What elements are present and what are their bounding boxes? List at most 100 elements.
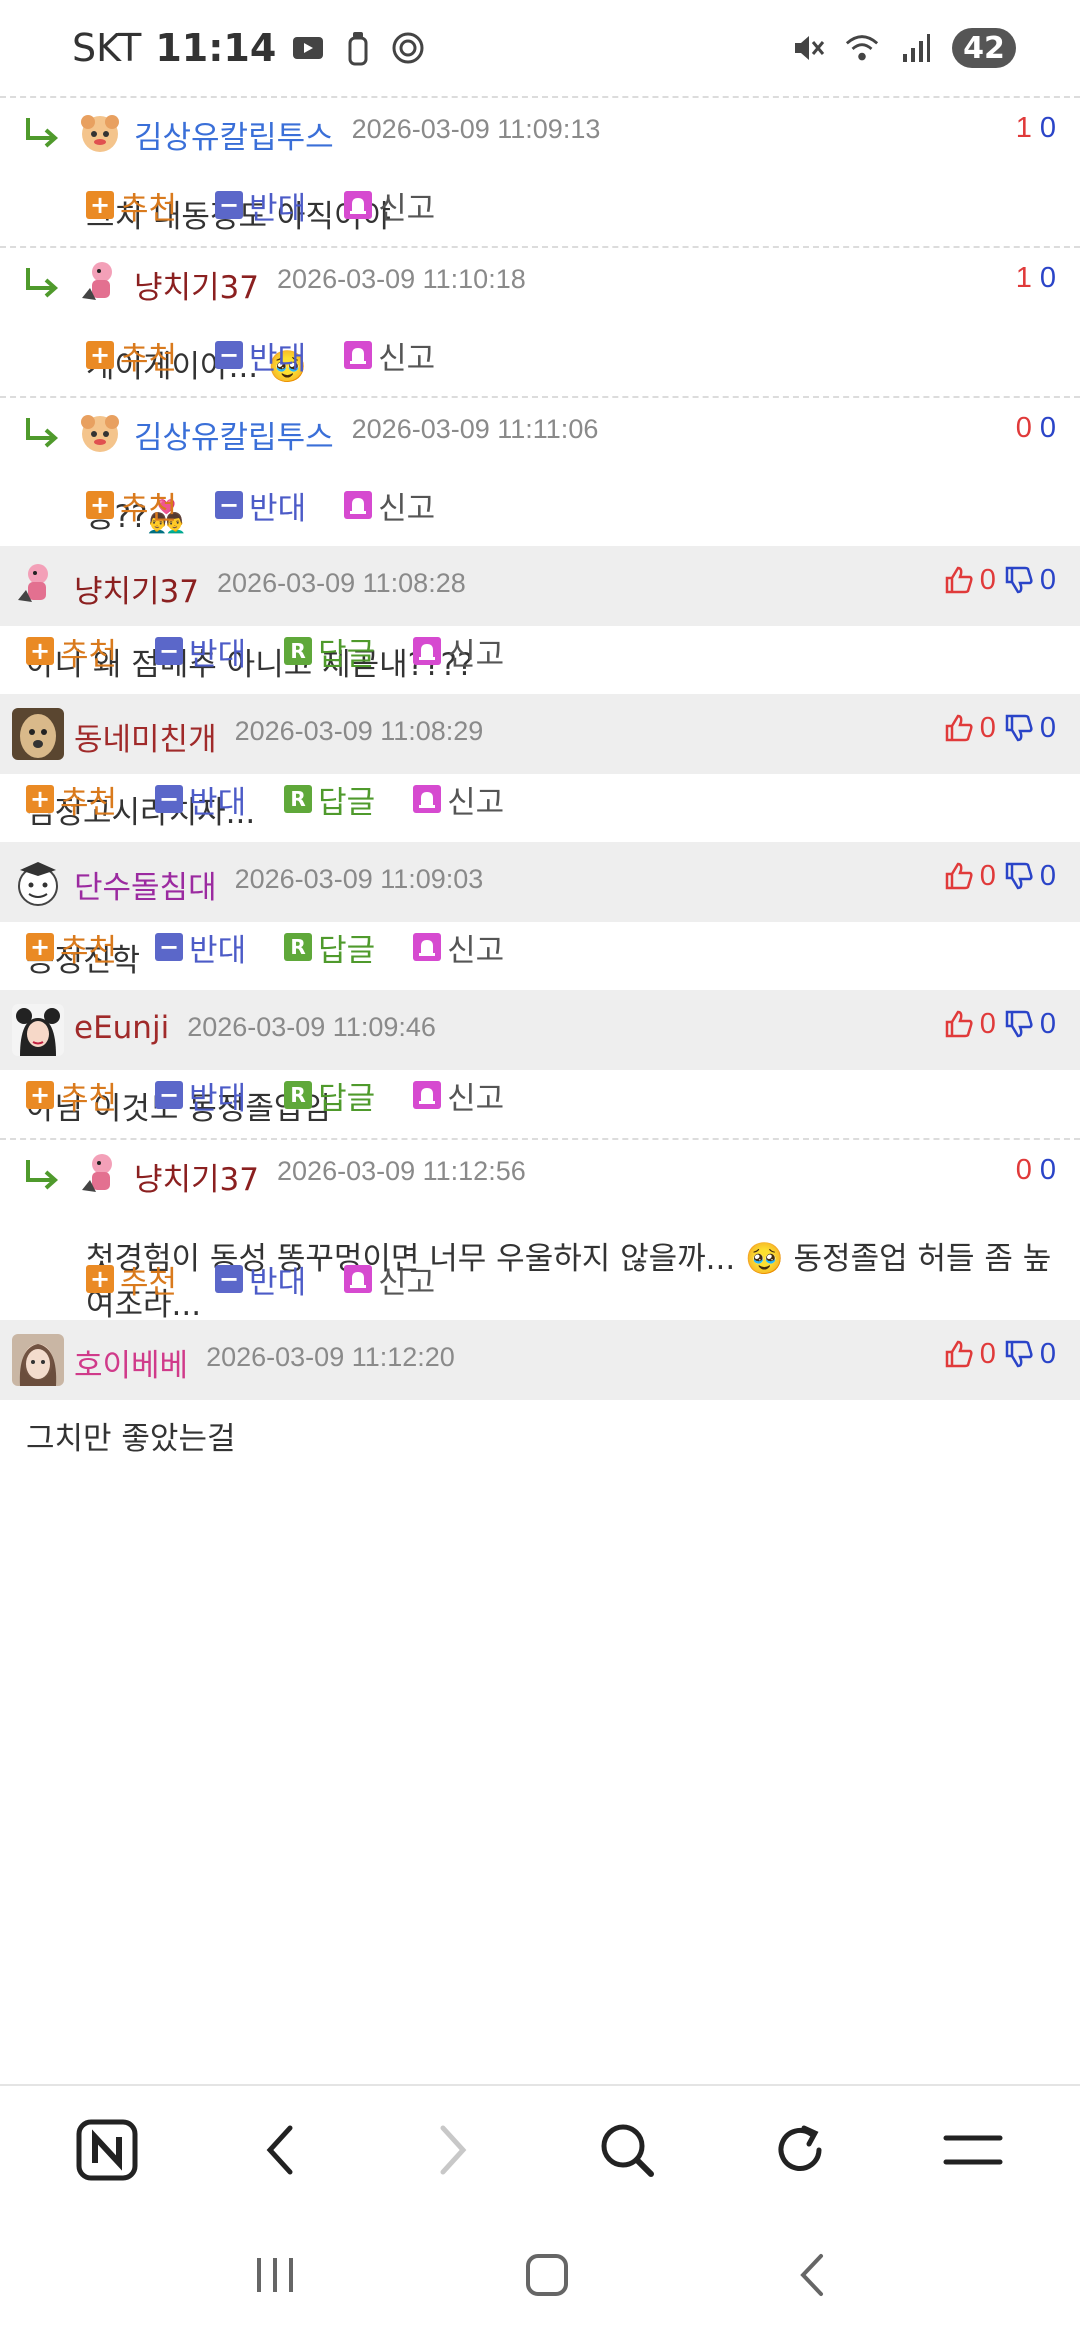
avatar[interactable] [76,258,124,306]
comment-text-line: 그치만 좋았는걸 [26,1421,236,1457]
back-icon[interactable] [235,2105,325,2195]
upvote-count: 0 [979,712,996,744]
reply-button[interactable]: R 답글 [284,777,375,822]
thumbs-up-icon[interactable] [944,565,976,597]
upvote-count: 0 [979,1338,996,1370]
report-button[interactable]: 신고 [344,483,435,528]
comment-header: 냥치기37 2026-03-09 11:08:28 0 0 [0,546,1080,626]
author-name[interactable]: 동네미친개 [74,714,217,759]
thumbs-up-icon[interactable] [944,1339,976,1371]
oppose-button[interactable]: − 반대 [155,1073,246,1118]
back-nav-icon[interactable] [797,2252,827,2302]
oppose-button[interactable]: − 반대 [155,629,246,674]
recommend-button[interactable]: + 추천 [26,629,117,674]
oppose-button[interactable]: − 반대 [215,483,306,528]
plus-icon: + [26,1081,54,1109]
thumbs-down-icon[interactable] [1004,1009,1036,1041]
plus-icon: + [86,191,114,219]
recommend-button[interactable]: + 추천 [86,183,177,228]
comment-header: 호이베베 2026-03-09 11:12:20 0 0 [0,1320,1080,1400]
home-icon[interactable] [524,2252,570,2302]
reply-comment: 냥치기37 2026-03-09 11:10:18 1 0 게이게이야... 🥹 + 추천 −… [0,246,1080,396]
recommend-button[interactable]: + 추천 [26,777,117,822]
comment-header: 냥치기37 2026-03-09 11:10:18 1 0 [0,248,1080,328]
report-button[interactable]: 신고 [413,1073,504,1118]
avatar[interactable] [12,708,64,760]
reply-button[interactable]: R 답글 [284,1073,375,1118]
downvote-count: 0 [1039,1338,1056,1370]
avatar[interactable] [12,1004,64,1056]
thumbs-up-icon[interactable] [944,861,976,893]
downvote-count: 0 [1039,412,1056,444]
author-name[interactable]: 냥치기37 [74,566,199,611]
reply-arrow-icon [22,264,62,304]
comment-actions: + 추천 − 반대 R 답글 신고 [26,1072,542,1118]
upvote-count: 0 [1015,1154,1032,1186]
minus-icon: − [155,785,184,813]
reply-button[interactable]: R 답글 [284,925,375,970]
author-name[interactable]: 김상유칼립투스 [134,412,334,457]
avatar[interactable] [12,1334,64,1386]
siren-icon [413,785,442,813]
report-button[interactable]: 신고 [344,333,435,378]
status-bar: SKT 11:14 42 [0,0,1080,96]
downvote-count: 0 [1039,1008,1056,1040]
oppose-button[interactable]: − 반대 [215,333,306,378]
downvote-count: 0 [1039,1154,1056,1186]
thumbs-down-icon[interactable] [1004,565,1036,597]
mute-icon [790,30,826,66]
comment-header: eEunji 2026-03-09 11:09:46 0 0 [0,990,1080,1070]
comment-header: 김상유칼립투스 2026-03-09 11:09:13 1 0 [0,98,1080,178]
timestamp: 2026-03-09 11:08:29 [234,716,484,746]
siren-icon [413,637,442,665]
oppose-button[interactable]: − 반대 [155,925,246,970]
oppose-button[interactable]: − 반대 [215,1257,306,1302]
author-name[interactable]: 냥치기37 [134,262,259,307]
avatar[interactable] [76,108,124,156]
report-button[interactable]: 신고 [413,629,504,674]
naver-home-icon[interactable] [62,2105,152,2195]
vote-counts: 00 [944,712,1056,745]
comment-header: 단수돌침대 2026-03-09 11:09:03 0 0 [0,842,1080,922]
vote-counts: 10 [1016,262,1056,295]
avatar[interactable] [12,856,64,908]
oppose-button[interactable]: − 반대 [155,777,246,822]
thumbs-down-icon[interactable] [1004,713,1036,745]
recommend-button[interactable]: + 추천 [86,483,177,528]
menu-icon[interactable] [928,2105,1018,2195]
recommend-button[interactable]: + 추천 [26,925,117,970]
avatar[interactable] [76,408,124,456]
avatar[interactable] [76,1150,124,1198]
recommend-button[interactable]: + 추천 [86,333,177,378]
thumbs-down-icon[interactable] [1004,861,1036,893]
reply-comment: 김상유칼립투스 2026-03-09 11:09:13 1 0 그치 내동정도 아직이야… [0,96,1080,246]
avatar[interactable] [12,560,64,612]
report-button[interactable]: 신고 [344,1257,435,1302]
browser-toolbar [0,2084,1080,2214]
refresh-icon[interactable] [755,2105,845,2195]
author-name[interactable]: 김상유칼립투스 [134,112,334,157]
siren-icon [344,341,373,369]
recent-apps-icon[interactable] [253,2255,297,2299]
reply-button[interactable]: R 답글 [284,629,375,674]
report-button[interactable]: 신고 [344,183,435,228]
report-button[interactable]: 신고 [413,777,504,822]
timestamp: 2026-03-09 11:09:46 [187,1012,436,1042]
downvote-count: 0 [1039,564,1056,596]
author-name[interactable]: eEunji [74,1010,169,1046]
report-button[interactable]: 신고 [413,925,504,970]
forward-icon[interactable] [408,2105,498,2195]
reply-r-icon: R [284,637,313,665]
thumbs-up-icon[interactable] [944,713,976,745]
recommend-button[interactable]: + 추천 [26,1073,117,1118]
plus-icon: + [86,341,114,369]
author-name[interactable]: 냥치기37 [134,1154,259,1199]
timestamp: 2026-03-09 11:08:28 [217,568,466,598]
recommend-button[interactable]: + 추천 [86,1257,177,1302]
oppose-button[interactable]: − 반대 [215,183,306,228]
author-name[interactable]: 호이베베 [74,1340,188,1385]
thumbs-down-icon[interactable] [1004,1339,1036,1371]
thumbs-up-icon[interactable] [944,1009,976,1041]
search-icon[interactable] [582,2105,672,2195]
author-name[interactable]: 단수돌침대 [74,862,217,907]
